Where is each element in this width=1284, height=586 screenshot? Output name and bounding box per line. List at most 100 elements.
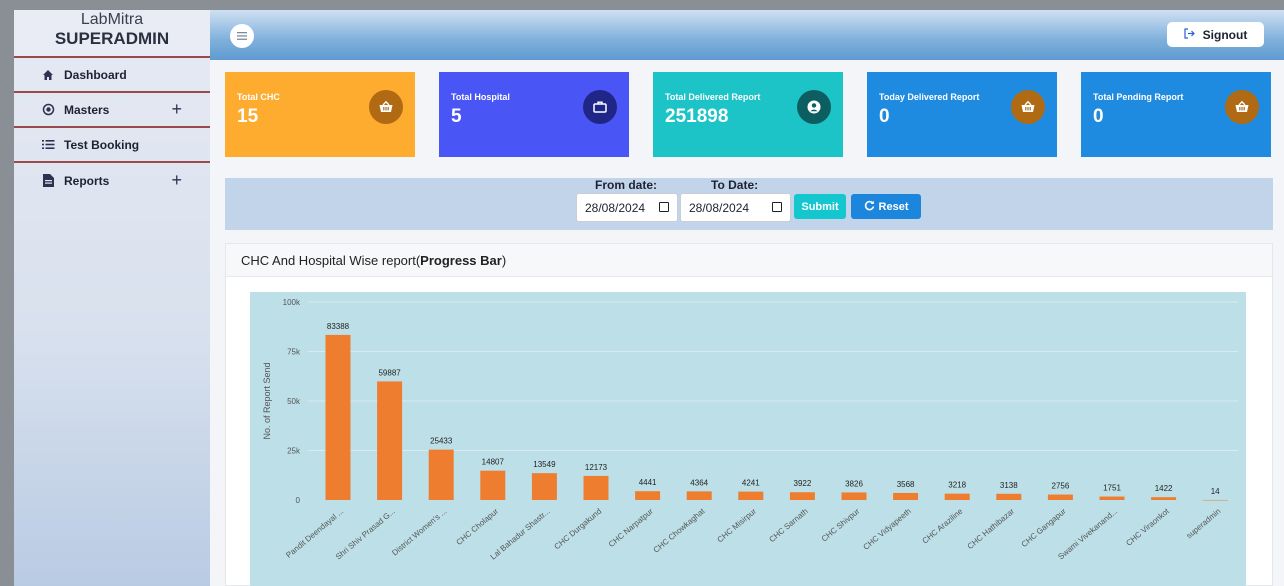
- from-date-label: From date:: [595, 178, 658, 192]
- main-content: Total CHC 15 Total Hospital 5 Total Deli…: [210, 60, 1284, 586]
- bar-data-label: 3826: [845, 479, 863, 488]
- x-tick-label: CHC Hathibazar: [966, 506, 1017, 551]
- sidebar-item-label: Dashboard: [64, 67, 127, 82]
- y-axis-label: No. of Report Send: [262, 362, 272, 439]
- bar-data-label: 3568: [897, 480, 915, 489]
- bar-data-label: 25433: [430, 437, 453, 446]
- panel-title-suffix: ): [501, 253, 507, 268]
- y-tick-label: 50k: [287, 397, 301, 406]
- chart-bar: [325, 334, 351, 500]
- chart-bar: [1047, 494, 1073, 500]
- date-filter-bar: From date: To Date: 28/08/2024 28/08/202…: [225, 178, 1273, 230]
- bar-data-label: 14807: [482, 458, 505, 467]
- bar-data-label: 13549: [533, 460, 556, 469]
- target-icon: [40, 103, 56, 116]
- brand: LabMitra SUPERADMIN: [14, 10, 210, 58]
- bar-data-label: 3138: [1000, 481, 1018, 490]
- bar-data-label: 14: [1211, 487, 1220, 496]
- x-tick-label: CHC Viraonkot: [1124, 506, 1171, 548]
- hamburger-icon: [237, 27, 247, 45]
- from-date-value: 28/08/2024: [585, 200, 646, 215]
- to-date-input[interactable]: 28/08/2024: [680, 193, 791, 222]
- x-tick-label: CHC Chowkaghat: [652, 506, 707, 555]
- sidebar-item-masters[interactable]: Masters +: [14, 93, 210, 128]
- reset-button[interactable]: Reset: [851, 194, 921, 219]
- chart-bar: [377, 381, 403, 500]
- expand-plus-icon[interactable]: +: [171, 99, 182, 120]
- chart-bar: [789, 492, 815, 500]
- sidebar-item-label: Masters: [64, 102, 110, 117]
- panel-title-bold: Progress Bar: [420, 253, 502, 268]
- brand-role: SUPERADMIN: [54, 29, 170, 48]
- basket-icon: [369, 90, 403, 124]
- x-tick-label: CHC Durgakund: [553, 507, 604, 552]
- refresh-icon: [864, 200, 875, 214]
- chart-bar: [1202, 499, 1228, 501]
- x-tick-label: CHC Araziline: [921, 506, 965, 545]
- top-bar: Signout: [210, 10, 1284, 60]
- bar-data-label: 4241: [742, 479, 760, 488]
- sidebar-item-dashboard[interactable]: Dashboard: [14, 58, 210, 93]
- bar-data-label: 4441: [639, 478, 657, 487]
- to-date-value: 28/08/2024: [689, 200, 750, 215]
- panel-title: CHC And Hospital Wise report(Progress Ba…: [226, 244, 1272, 277]
- stat-card-today-delivered: Today Delivered Report 0: [867, 72, 1057, 157]
- stat-card-total-chc: Total CHC 15: [225, 72, 415, 157]
- bar-chart-svg: 025k50k75k100kNo. of Report Send83388Pan…: [262, 298, 1238, 562]
- x-tick-label: CHC Misirpur: [716, 506, 759, 544]
- bar-data-label: 4364: [690, 478, 708, 487]
- basket-icon: [1225, 90, 1259, 124]
- x-tick-label: superadmin: [1185, 507, 1223, 541]
- report-panel: CHC And Hospital Wise report(Progress Ba…: [225, 243, 1273, 586]
- x-tick-label: CHC Sarnath: [767, 507, 809, 544]
- bar-data-label: 2756: [1052, 482, 1070, 491]
- chart-bar: [531, 473, 557, 500]
- chart-bar: [841, 492, 867, 500]
- sidebar-item-label: Test Booking: [64, 137, 140, 152]
- list-icon: [40, 139, 56, 150]
- menu-toggle-button[interactable]: [230, 24, 254, 48]
- y-tick-label: 25k: [287, 447, 301, 456]
- chart-bar: [428, 449, 454, 500]
- bar-data-label: 1422: [1155, 484, 1173, 493]
- stat-card-total-pending: Total Pending Report 0: [1081, 72, 1271, 157]
- sidebar-item-test-booking[interactable]: Test Booking: [14, 128, 210, 163]
- brand-name: LabMitra: [80, 11, 144, 28]
- chart-bar: [1151, 497, 1177, 500]
- x-tick-label: CHC Vidyapeeth: [862, 507, 913, 552]
- briefcase-icon: [583, 90, 617, 124]
- bar-data-label: 3218: [948, 481, 966, 490]
- y-tick-label: 100k: [283, 298, 301, 307]
- y-tick-label: 75k: [287, 348, 301, 357]
- basket-icon: [1011, 90, 1045, 124]
- bar-data-label: 1751: [1103, 484, 1121, 493]
- bar-data-label: 83388: [327, 322, 350, 331]
- bar-chart: 0 25k 50k 75k 100k No. of Report Send 83388 Pan…: [250, 292, 1246, 586]
- user-circle-icon: [797, 90, 831, 124]
- x-tick-label: CHC Gangapur: [1020, 506, 1068, 549]
- stat-card-total-hospital: Total Hospital 5: [439, 72, 629, 157]
- signout-icon: [1184, 27, 1195, 42]
- chart-bar: [996, 493, 1022, 500]
- chart-bar: [686, 491, 712, 500]
- x-tick-label: District Women's ...: [390, 507, 448, 558]
- to-date-label: To Date:: [711, 178, 759, 192]
- submit-button[interactable]: Submit: [794, 194, 846, 219]
- bar-data-label: 59887: [378, 368, 401, 377]
- bar-data-label: 3922: [794, 479, 812, 488]
- calendar-icon[interactable]: [772, 202, 782, 212]
- x-tick-label: CHC Cholapur: [454, 506, 500, 547]
- x-tick-label: CHC Narpatpur: [607, 506, 655, 549]
- x-tick-label: CHC Shivpur: [820, 506, 862, 543]
- signout-button[interactable]: Signout: [1167, 22, 1264, 47]
- y-tick-label: 0: [296, 496, 301, 505]
- bar-data-label: 12173: [585, 463, 608, 472]
- sidebar-item-reports[interactable]: Reports +: [14, 163, 210, 198]
- from-date-input[interactable]: 28/08/2024: [576, 193, 678, 222]
- calendar-icon[interactable]: [659, 202, 669, 212]
- expand-plus-icon[interactable]: +: [171, 170, 182, 191]
- signout-label: Signout: [1202, 27, 1248, 42]
- sidebar: LabMitra SUPERADMIN Dashboard Masters + …: [14, 10, 210, 586]
- stat-card-total-delivered: Total Delivered Report 251898: [653, 72, 843, 157]
- chart-bar: [635, 491, 661, 500]
